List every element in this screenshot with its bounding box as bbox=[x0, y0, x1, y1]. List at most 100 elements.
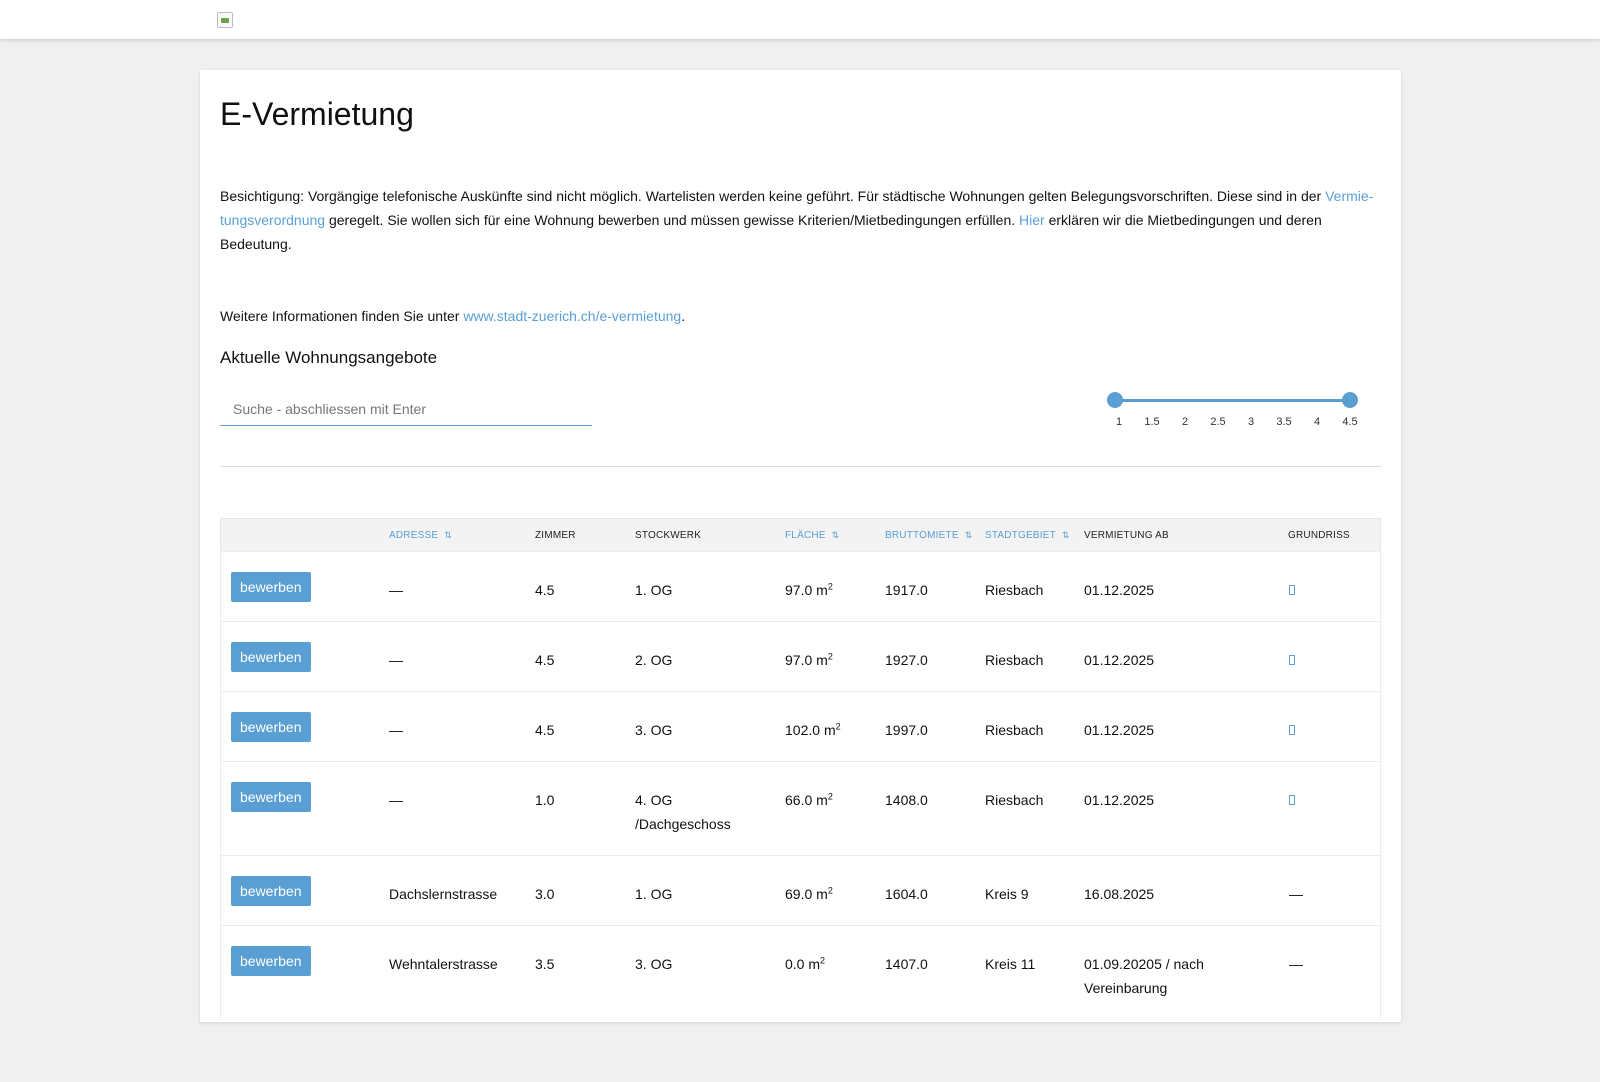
table-row: bewerben Dachslernstrasse 3.0 1. OG 69.0 m2 1… bbox=[220, 855, 1381, 925]
cell-rooms: 1.0 bbox=[535, 792, 555, 808]
table-body: bewerben —4.5 1. OG 97.0 m2 1917.0 Riesbach 01… bbox=[220, 551, 1381, 1019]
cell-available: 01.12.2025 bbox=[1084, 792, 1155, 808]
cell-available: 16.08.2025 bbox=[1084, 886, 1155, 902]
sort-icon[interactable]: ⇅ bbox=[832, 530, 840, 541]
broken-image-icon[interactable] bbox=[217, 12, 233, 28]
area-value: 69.0 bbox=[785, 886, 813, 902]
cell-area: 69.0 m2 bbox=[785, 882, 833, 906]
header-address[interactable]: Adresse ⇅ bbox=[389, 530, 452, 541]
content-card: E-Vermietung Besichtigung: Vorgängige te… bbox=[200, 70, 1401, 1022]
rooms-range-slider[interactable]: 1 1.5 2 2.5 3 3.5 4 4.5 bbox=[1106, 392, 1358, 436]
cell-district: Riesbach bbox=[985, 792, 1044, 808]
area-value: 97.0 bbox=[785, 652, 813, 668]
floorplan-icon[interactable] bbox=[1289, 655, 1295, 665]
cell-address: — bbox=[389, 792, 403, 808]
cell-floor: 3. OG bbox=[635, 956, 673, 972]
search-input[interactable] bbox=[220, 392, 592, 426]
sort-icon[interactable]: ⇅ bbox=[965, 530, 973, 541]
floorplan-icon[interactable] bbox=[1289, 585, 1295, 595]
header-available: Vermietung ab bbox=[1084, 530, 1169, 541]
cell-area: 0.0 m2 bbox=[785, 952, 825, 976]
area-unit-exponent: 2 bbox=[827, 651, 833, 662]
apply-button[interactable]: bewerben bbox=[231, 946, 311, 976]
slider-tick-label: 3 bbox=[1247, 416, 1255, 428]
header-floor: Stockwerk bbox=[635, 530, 702, 541]
table-row: bewerben — 4.5 3. OG 102.0 m2 1997.0 Riesbach 0… bbox=[220, 691, 1381, 761]
cell-district: Kreis 11 bbox=[985, 956, 1036, 972]
cell-rooms: 4.5 bbox=[535, 652, 555, 668]
area-unit: m bbox=[816, 582, 828, 598]
table-row: bewerben — 1.0 4. OG /Dachgeschoss 66.0 m2 14… bbox=[220, 761, 1381, 855]
header-area-label: Fläche bbox=[785, 530, 826, 541]
area-value: 97.0 bbox=[785, 582, 813, 598]
apply-button[interactable]: bewerben bbox=[231, 572, 311, 602]
apply-button[interactable]: bewerben bbox=[231, 876, 311, 906]
slider-tick-label: 4 bbox=[1313, 416, 1321, 428]
cell-area: 97.0 m2 bbox=[785, 648, 833, 672]
slider-tick-label: 2 bbox=[1181, 416, 1189, 428]
area-unit-exponent: 2 bbox=[827, 791, 833, 802]
header-rent-label: Bruttomiete bbox=[885, 530, 959, 541]
area-unit-exponent: 2 bbox=[827, 581, 833, 592]
cell-rooms: 3.5 bbox=[535, 956, 555, 972]
page-title: E-Vermietung bbox=[220, 96, 414, 132]
divider bbox=[220, 466, 1381, 467]
info-text-part-1: Weitere Informationen finden Sie unter bbox=[220, 308, 464, 324]
area-unit-exponent: 2 bbox=[820, 955, 826, 966]
cell-address: — bbox=[389, 582, 403, 598]
header-area[interactable]: Fläche ⇅ bbox=[785, 530, 839, 541]
slider-tick-label: 1 bbox=[1115, 416, 1123, 428]
section-title: Aktuelle Wohnungsangebote bbox=[220, 348, 438, 367]
cell-floorplan: — bbox=[1289, 886, 1303, 902]
e-vermietung-link[interactable]: www.stadt-zuerich.ch/e-vermietung bbox=[463, 308, 681, 324]
table-row: bewerben — 4.5 2. OG 97.0 m2 1927.0 Riesbach 01… bbox=[220, 621, 1381, 691]
apply-button[interactable]: bewerben bbox=[231, 782, 311, 812]
cell-rent: 1407.0 bbox=[885, 956, 928, 972]
area-unit-exponent: 2 bbox=[827, 885, 833, 896]
area-value: 102.0 bbox=[785, 722, 821, 738]
intro-text: Besichtigung: Vorgängige telefonische Au… bbox=[220, 184, 1381, 256]
slider-ticks: 1 1.5 2 2.5 3 3.5 4 4.5 bbox=[1106, 416, 1366, 430]
cell-district: Kreis 9 bbox=[985, 886, 1029, 902]
header-district-label: Stadtgebiet bbox=[985, 530, 1056, 541]
apartments-table: Adresse ⇅ Zimmer Stockwerk Fläche ⇅ Brutto… bbox=[220, 518, 1381, 1019]
apply-button[interactable]: bewerben bbox=[231, 642, 311, 672]
cell-district: Riesbach bbox=[985, 652, 1044, 668]
cell-floor: 3. OG bbox=[635, 722, 673, 738]
sort-icon[interactable]: ⇅ bbox=[1062, 530, 1070, 541]
floorplan-icon[interactable] bbox=[1289, 795, 1295, 805]
cell-rent: 1927.0 bbox=[885, 652, 928, 668]
area-value: 66.0 bbox=[785, 792, 813, 808]
apply-button[interactable]: bewerben bbox=[231, 712, 311, 742]
area-unit: m bbox=[816, 652, 828, 668]
intro-text-part-2: geregelt. Sie wollen sich für eine Wohnu… bbox=[325, 212, 1020, 228]
cell-area: 102.0 m2 bbox=[785, 718, 841, 742]
info-text-part-2: . bbox=[681, 308, 686, 324]
cell-address: — bbox=[389, 722, 403, 738]
cell-available: 01.12.2025 bbox=[1084, 652, 1155, 668]
cell-floor: 1. OG bbox=[635, 582, 673, 598]
cell-address: — bbox=[389, 652, 403, 668]
table-row: bewerben — 4.5 1. OG 97.0 m2 1917.0 Riesbach 01… bbox=[220, 551, 1381, 621]
area-unit: m bbox=[808, 956, 821, 972]
mietbedingungen-link[interactable]: Hier bbox=[1019, 212, 1045, 228]
header-rooms: Zimmer bbox=[535, 530, 576, 541]
sort-icon[interactable]: ⇅ bbox=[444, 530, 452, 541]
area-unit: m bbox=[816, 792, 828, 808]
table-row: bewerben Wehntalerstrasse 3.5 3. OG 0.0 m2 14… bbox=[220, 925, 1381, 1019]
slider-tick-label: 2.5 bbox=[1210, 416, 1226, 428]
header-address-label: Adresse bbox=[389, 530, 439, 541]
cell-area: 97.0 m2 bbox=[785, 578, 833, 602]
cell-address: Wehntalerstrasse bbox=[389, 956, 498, 972]
slider-handle-max[interactable] bbox=[1342, 392, 1358, 408]
intro-text-part-1: Besichtigung: Vorgängige telefonische Au… bbox=[220, 188, 1326, 204]
table-header: Adresse ⇅ Zimmer Stockwerk Fläche ⇅ Brutto… bbox=[220, 518, 1381, 551]
floorplan-icon[interactable] bbox=[1289, 725, 1295, 735]
slider-handle-min[interactable] bbox=[1107, 392, 1123, 408]
cell-rooms: 3.0 bbox=[535, 886, 555, 902]
header-floorplan: Grundriss bbox=[1288, 530, 1350, 541]
slider-track[interactable] bbox=[1115, 399, 1355, 402]
slider-tick-label: 3.5 bbox=[1276, 416, 1292, 428]
header-rent[interactable]: Bruttomiete ⇅ bbox=[885, 530, 972, 541]
header-district[interactable]: Stadtgebiet ⇅ bbox=[985, 530, 1070, 541]
